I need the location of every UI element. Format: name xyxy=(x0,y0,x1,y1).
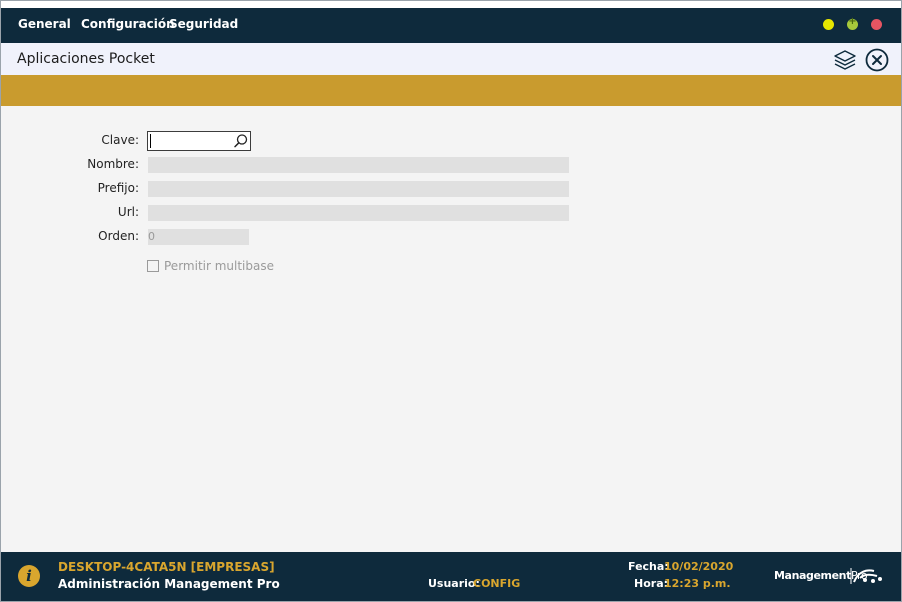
multibase-checkbox[interactable] xyxy=(147,260,159,272)
maximize-symbol: + xyxy=(848,16,857,27)
url-field xyxy=(148,205,569,221)
hora-label: Hora: xyxy=(634,577,669,590)
usuario-value: CONFIG xyxy=(473,577,521,590)
text-caret xyxy=(150,134,151,148)
app-name: Administración Management Pro xyxy=(58,577,280,591)
clave-input[interactable] xyxy=(147,131,251,151)
multibase-label: Permitir multibase xyxy=(164,259,274,273)
page-title: Aplicaciones Pocket xyxy=(17,51,155,67)
prefijo-field xyxy=(148,181,569,197)
close-window-button[interactable] xyxy=(871,19,882,30)
toolbar-band xyxy=(1,75,901,106)
maximize-button[interactable]: + xyxy=(847,16,858,30)
menu-configuracion[interactable]: Configuración xyxy=(81,17,175,31)
menu-seguridad[interactable]: Seguridad xyxy=(169,17,238,31)
url-label: Url: xyxy=(117,205,139,219)
app-window: General Configuración Seguridad + Aplica… xyxy=(0,0,902,602)
title-bar: Aplicaciones Pocket xyxy=(1,43,901,75)
orden-field xyxy=(148,229,249,245)
info-icon[interactable]: i xyxy=(18,565,40,587)
window-top-strip xyxy=(1,1,901,8)
prefijo-label: Prefijo: xyxy=(97,181,139,195)
orden-label: Orden: xyxy=(98,229,139,243)
hora-value: 12:23 p.m. xyxy=(664,577,731,590)
clave-label: Clave: xyxy=(101,133,139,147)
brand-main: Management xyxy=(774,569,851,582)
nombre-field xyxy=(148,157,569,173)
search-icon[interactable] xyxy=(232,133,250,149)
close-circle-icon[interactable] xyxy=(865,48,889,72)
host-name: DESKTOP-4CATA5N [EMPRESAS] xyxy=(58,560,275,574)
fecha-value: 10/02/2020 xyxy=(664,560,734,573)
status-bar: i DESKTOP-4CATA5N [EMPRESAS] Administrac… xyxy=(1,552,901,601)
nombre-label: Nombre: xyxy=(87,157,139,171)
brand-mark-icon xyxy=(850,568,882,584)
menu-general[interactable]: General xyxy=(18,17,71,31)
menu-bar: General Configuración Seguridad + xyxy=(1,8,901,43)
fecha-label: Fecha: xyxy=(628,560,669,573)
orden-value: 0 xyxy=(148,230,155,243)
minimize-button[interactable] xyxy=(823,19,834,30)
layers-icon[interactable] xyxy=(833,48,857,72)
